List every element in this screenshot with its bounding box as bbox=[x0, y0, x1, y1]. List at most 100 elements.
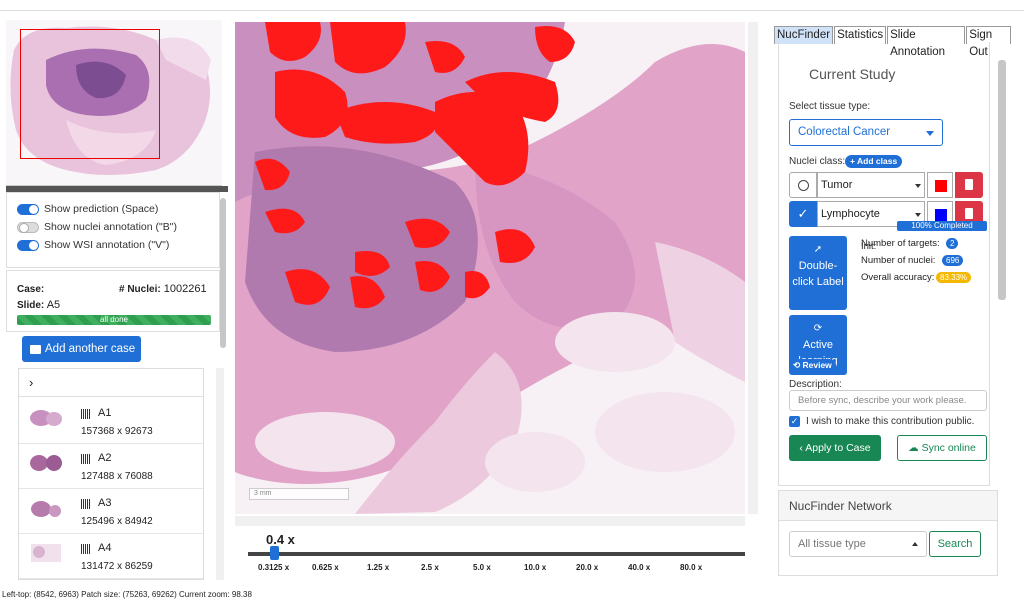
public-checkbox[interactable]: ✓ bbox=[789, 416, 800, 427]
case-list-toggle[interactable]: › bbox=[19, 369, 203, 397]
zoom-tick[interactable]: 10.0 x bbox=[524, 563, 546, 572]
top-border bbox=[0, 0, 1024, 11]
class-row-tumor: Tumor bbox=[789, 172, 984, 198]
status-bar: Left-top: (8542, 6963) Patch size: (7526… bbox=[2, 590, 252, 599]
case-info: Case: # Nuclei: 1002261 Slide: A5 all do… bbox=[6, 270, 220, 332]
right-panel: NucFinder Statistics Slide Annotation Si… bbox=[772, 24, 1012, 576]
add-case-button[interactable]: Add another case bbox=[22, 336, 141, 362]
tissue-type-value: Colorectal Cancer bbox=[798, 126, 891, 138]
slide-info: Slide: A5 bbox=[17, 299, 60, 311]
accuracy-label: Overall accuracy: bbox=[861, 272, 935, 283]
zoom-tick[interactable]: 0.3125 x bbox=[258, 563, 289, 572]
zoom-tick[interactable]: 0.625 x bbox=[312, 563, 339, 572]
slide-viewer[interactable]: 3 mm bbox=[235, 22, 745, 514]
case-name: A3 bbox=[98, 497, 112, 509]
list-item[interactable]: A4 131472 x 86259 bbox=[19, 534, 203, 579]
zoom-slider-track[interactable] bbox=[248, 552, 745, 556]
description-input[interactable]: Before sync, describe your work please. bbox=[789, 390, 987, 411]
toggle-wsi-label: Show WSI annotation ("V") bbox=[44, 239, 170, 251]
nuclei-class-label: Nuclei class: bbox=[789, 156, 846, 167]
tissue-image bbox=[235, 22, 745, 514]
apply-label: Apply to Case bbox=[805, 442, 871, 454]
barcode-icon bbox=[81, 544, 91, 554]
case-name: A2 bbox=[98, 452, 112, 464]
slide-thumbnail-icon bbox=[30, 410, 62, 426]
zoom-tick-labels: 0.3125 x 0.625 x 1.25 x 2.5 x 5.0 x 10.0… bbox=[240, 563, 745, 575]
viewer-horizontal-scrollbar[interactable] bbox=[235, 516, 745, 526]
case-list-scrollbar[interactable] bbox=[216, 368, 224, 580]
zoom-tick[interactable]: 2.5 x bbox=[421, 563, 439, 572]
network-tissue-select[interactable]: All tissue type bbox=[789, 531, 927, 557]
class-name: Tumor bbox=[821, 179, 853, 191]
nuclei-count-value: 1002261 bbox=[163, 283, 207, 295]
public-checkbox-label: I wish to make this contribution public. bbox=[806, 416, 975, 427]
list-item[interactable]: A3 125496 x 84942 bbox=[19, 489, 203, 534]
cursor-icon: ➚ bbox=[813, 244, 823, 255]
case-label: Case: bbox=[17, 284, 45, 295]
zoom-tick[interactable]: 5.0 x bbox=[473, 563, 491, 572]
delete-class-tumor-button[interactable] bbox=[955, 172, 983, 198]
refresh-icon: ⟳ bbox=[813, 323, 823, 334]
nuclei-count-badge: 696 bbox=[942, 255, 964, 266]
targets-count-badge: 2 bbox=[946, 238, 959, 249]
zoom-tick[interactable]: 20.0 x bbox=[576, 563, 598, 572]
case-name: A4 bbox=[98, 542, 112, 554]
class-name: Lymphocyte bbox=[821, 208, 880, 220]
toggle-nuclei-annotation[interactable]: Show nuclei annotation ("B") bbox=[17, 220, 177, 234]
case-dimensions: 125496 x 84942 bbox=[81, 516, 153, 527]
study-title: Current Study bbox=[809, 66, 896, 82]
network-title: NucFinder Network bbox=[779, 491, 997, 521]
case-dimensions: 131472 x 86259 bbox=[81, 561, 153, 572]
tissue-type-select[interactable]: Colorectal Cancer bbox=[789, 119, 943, 146]
double-click-label-text: Double-click Label bbox=[792, 260, 844, 288]
double-click-label-button[interactable]: ➚ Double-click Label bbox=[789, 236, 847, 310]
zoom-tick[interactable]: 80.0 x bbox=[680, 563, 702, 572]
case-dimensions: 157368 x 92673 bbox=[81, 426, 153, 437]
barcode-icon bbox=[81, 499, 91, 509]
toggle-prediction[interactable]: Show prediction (Space) bbox=[17, 202, 158, 216]
list-item[interactable]: A1 157368 x 92673 bbox=[19, 399, 203, 444]
review-label: Review bbox=[802, 360, 832, 370]
review-button[interactable]: ⟲ Review bbox=[789, 359, 836, 372]
class-select-tumor[interactable]: Tumor bbox=[817, 172, 925, 198]
class-radio-lymphocyte[interactable]: ✓ bbox=[789, 201, 817, 227]
case-dimensions: 127488 x 76088 bbox=[81, 471, 153, 482]
case-list: › A1 157368 x 92673 A2 127488 x 76088 A3… bbox=[18, 368, 204, 580]
prediction-switch[interactable] bbox=[17, 203, 39, 215]
chevron-down-icon bbox=[926, 131, 934, 136]
right-scrollbar[interactable] bbox=[998, 60, 1006, 300]
case-name: A1 bbox=[98, 407, 112, 419]
left-panel: Show prediction (Space) Show nuclei anno… bbox=[6, 20, 228, 580]
add-class-button[interactable]: + Add class bbox=[845, 155, 903, 168]
viewport-indicator[interactable] bbox=[20, 29, 160, 159]
targets-label: Number of targets: bbox=[861, 238, 940, 249]
viewer-vertical-scrollbar[interactable] bbox=[748, 22, 758, 514]
zoom-tick[interactable]: 1.25 x bbox=[367, 563, 389, 572]
zoom-tick[interactable]: 40.0 x bbox=[628, 563, 650, 572]
barcode-icon bbox=[81, 454, 91, 464]
nuclei-annotation-switch[interactable] bbox=[17, 221, 39, 233]
class-color-picker-tumor[interactable] bbox=[927, 172, 953, 198]
zoom-current-label: 0.4 x bbox=[266, 532, 295, 547]
zoom-slider-handle[interactable] bbox=[270, 546, 279, 560]
left-scrollbar[interactable] bbox=[220, 198, 226, 348]
scale-bar: 3 mm bbox=[249, 488, 349, 500]
sync-online-button[interactable]: ☁ Sync online bbox=[897, 435, 987, 461]
class-radio-tumor[interactable] bbox=[789, 172, 817, 198]
display-toggles: Show prediction (Space) Show nuclei anno… bbox=[6, 192, 220, 268]
wsi-annotation-switch[interactable] bbox=[17, 239, 39, 251]
slide-thumbnail-icon bbox=[30, 455, 62, 471]
apply-to-case-button[interactable]: ‹ Apply to Case bbox=[789, 435, 881, 461]
toggle-wsi-annotation[interactable]: Show WSI annotation ("V") bbox=[17, 238, 169, 252]
radio-circle-icon bbox=[798, 180, 809, 191]
slide-overview[interactable] bbox=[6, 20, 222, 186]
list-item[interactable]: A2 127488 x 76088 bbox=[19, 444, 203, 489]
network-search-button[interactable]: Search bbox=[929, 531, 981, 557]
init-progress-bar: 100% Completed bbox=[897, 221, 987, 231]
color-swatch bbox=[935, 209, 947, 221]
slide-label: Slide: bbox=[17, 300, 45, 311]
description-label: Description: bbox=[789, 379, 842, 390]
chevron-down-icon bbox=[915, 184, 921, 188]
network-tissue-value: All tissue type bbox=[798, 538, 866, 550]
nuclei-count: # Nuclei: 1002261 bbox=[119, 283, 207, 295]
